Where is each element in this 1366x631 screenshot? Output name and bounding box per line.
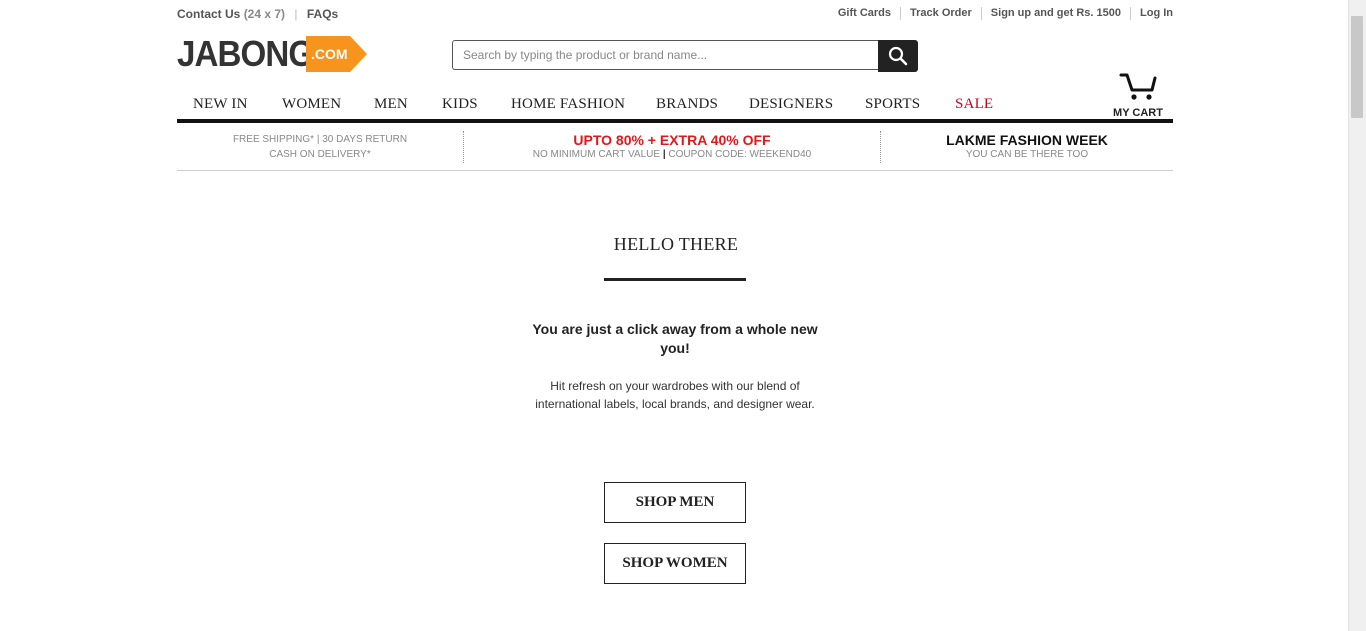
offer-sub-prefix: NO MINIMUM CART VALUE <box>532 149 661 160</box>
faqs-link[interactable]: FAQs <box>307 7 338 21</box>
shipping-line-2: CASH ON DELIVERY* <box>269 149 371 160</box>
top-utility-bar: Contact Us (24 x 7) | FAQs Gift Cards Tr… <box>177 0 1173 28</box>
nav-new-in[interactable]: NEW IN <box>193 96 248 113</box>
scrollbar-thumb[interactable] <box>1351 16 1363 118</box>
search-button[interactable] <box>878 40 918 72</box>
nav-sale[interactable]: SALE <box>955 96 993 113</box>
vertical-scrollbar[interactable] <box>1348 0 1366 631</box>
cart-icon <box>1119 73 1157 100</box>
account-links: Gift Cards Track Order Sign up and get R… <box>829 7 1173 20</box>
search-icon <box>888 46 908 66</box>
search-bar <box>452 40 918 72</box>
nav-kids[interactable]: KIDS <box>442 96 478 113</box>
offer-subtitle: NO MINIMUM CART VALUE | COUPON CODE: WEE… <box>464 148 880 162</box>
logo-wordmark: JABONG <box>177 33 314 74</box>
main-nav: NEW IN WOMEN MEN KIDS HOME FASHION BRAND… <box>177 93 1173 123</box>
cart-label: MY CART <box>1113 107 1163 119</box>
nav-sports[interactable]: SPORTS <box>865 96 920 113</box>
login-link[interactable]: Log In <box>1130 7 1173 20</box>
logo-tag-icon: .COM <box>306 36 367 72</box>
gift-cards-link[interactable]: Gift Cards <box>829 7 900 20</box>
shipping-line-1: FREE SHIPPING* | 30 DAYS RETURN <box>232 134 408 145</box>
shop-men-button[interactable]: SHOP MEN <box>604 482 746 523</box>
nav-men[interactable]: MEN <box>374 96 408 113</box>
signup-link[interactable]: Sign up and get Rs. 1500 <box>980 7 1130 20</box>
hero-lead: You are just a click away from a whole n… <box>532 321 818 356</box>
event-subtitle: YOU CAN BE THERE TOO <box>965 149 1089 160</box>
contact-group: Contact Us (24 x 7) | FAQs <box>177 7 338 21</box>
shipping-info: FREE SHIPPING* | 30 DAYS RETURN CASH ON … <box>177 132 463 162</box>
logo-tag-text: .COM <box>311 46 348 62</box>
search-input[interactable] <box>452 40 878 70</box>
contact-us-link[interactable]: Contact Us <box>177 7 240 21</box>
hero-body: Hit refresh on your wardrobes with our b… <box>535 379 815 411</box>
jabong-logo[interactable]: JABONG .COM <box>177 33 367 74</box>
nav-designers[interactable]: DESIGNERS <box>749 96 833 113</box>
cart-button[interactable]: MY CART <box>1113 72 1163 119</box>
offer-coupon-code: COUPON CODE: WEEKEND40 <box>668 149 812 160</box>
offer-sub-separator: | <box>662 149 666 160</box>
hero-title: HELLO THERE <box>613 234 739 254</box>
topbar-separator: | <box>294 7 298 21</box>
offer-banner[interactable]: UPTO 80% + EXTRA 40% OFF NO MINIMUM CART… <box>464 132 880 162</box>
shop-women-button[interactable]: SHOP WOMEN <box>604 543 746 584</box>
offer-title: UPTO 80% + EXTRA 40% OFF <box>573 132 771 148</box>
nav-women[interactable]: WOMEN <box>282 96 341 113</box>
event-banner[interactable]: LAKME FASHION WEEK YOU CAN BE THERE TOO <box>881 132 1173 162</box>
nav-home-fashion[interactable]: HOME FASHION <box>511 96 625 113</box>
promo-strip: FREE SHIPPING* | 30 DAYS RETURN CASH ON … <box>177 123 1173 171</box>
nav-brands[interactable]: BRANDS <box>656 96 718 113</box>
hero-title-underline <box>604 278 746 281</box>
contact-hours: (24 x 7) <box>243 7 286 21</box>
track-order-link[interactable]: Track Order <box>900 7 981 20</box>
event-title: LAKME FASHION WEEK <box>946 132 1108 148</box>
